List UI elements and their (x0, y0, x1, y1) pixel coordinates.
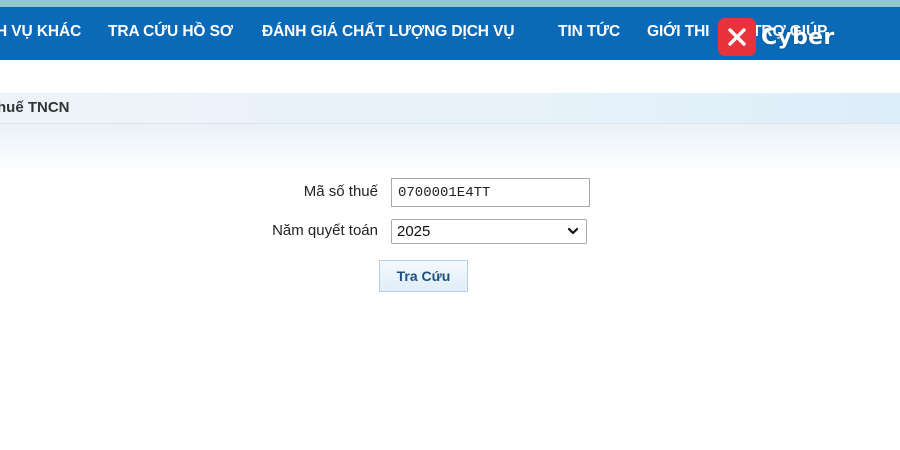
settlement-year-select[interactable]: 2025 (391, 219, 587, 244)
search-button[interactable]: Tra Cứu (379, 260, 468, 292)
settlement-year-value: 2025 (397, 223, 431, 240)
chevron-down-icon (567, 227, 579, 235)
section-title: huế TNCN (0, 99, 70, 116)
tax-code-label: Mã số thuế (303, 183, 378, 200)
nav-item-service-quality[interactable]: ĐÁNH GIÁ CHẤT LƯỢNG DỊCH VỤ (262, 7, 515, 60)
settlement-year-label: Năm quyết toán (272, 222, 378, 239)
nav-item-about[interactable]: GIỚI THI (647, 7, 709, 60)
watermark-text: Cyber (761, 24, 835, 50)
watermark-logo: Cyber (718, 17, 835, 57)
nav-item-news[interactable]: TIN TỨC (558, 7, 620, 60)
top-strip (0, 0, 900, 7)
close-x-icon (718, 18, 756, 56)
content-background-fade (0, 124, 900, 174)
nav-item-document-lookup[interactable]: TRA CỨU HỒ SƠ (108, 7, 233, 60)
tax-code-input[interactable] (391, 178, 590, 207)
section-title-bar: huế TNCN (0, 93, 900, 124)
nav-item-other-services[interactable]: H VỤ KHÁC (0, 7, 81, 60)
page: H VỤ KHÁC TRA CỨU HỒ SƠ ĐÁNH GIÁ CHẤT LƯ… (0, 0, 900, 450)
